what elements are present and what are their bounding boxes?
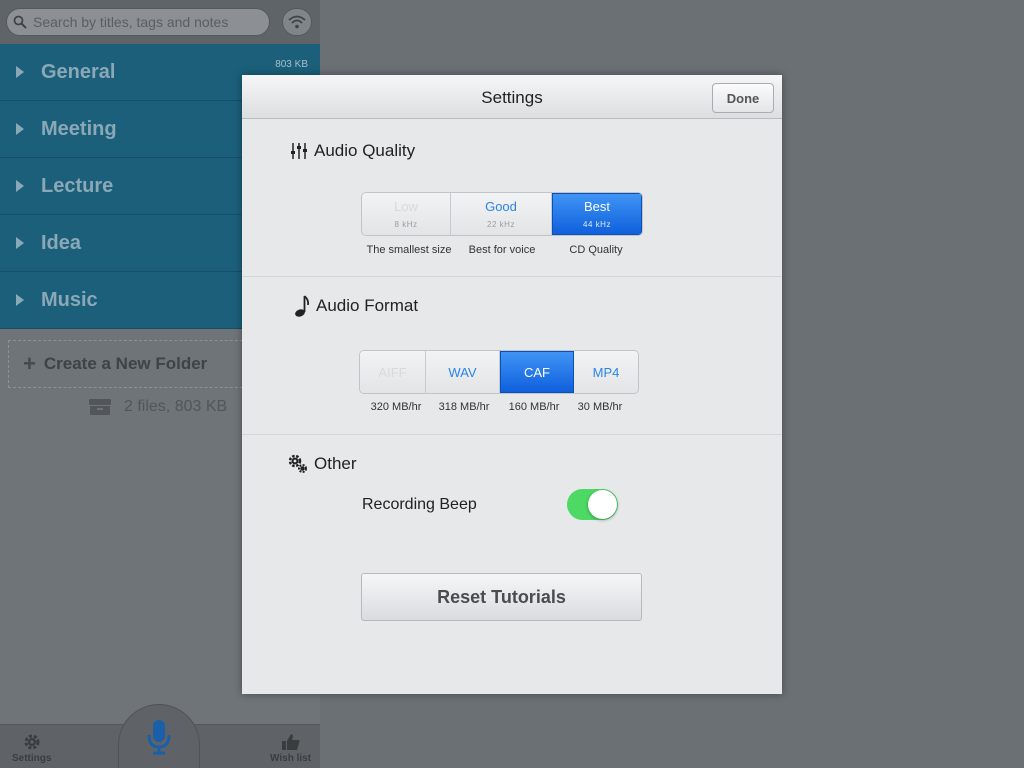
other-title: Other [314, 454, 357, 473]
audio-quality-title: Audio Quality [314, 141, 416, 160]
reset-tutorials-button[interactable]: Reset Tutorials [361, 573, 642, 621]
folder-name: Lecture [41, 174, 114, 197]
disclosure-triangle-icon [16, 180, 24, 192]
audio-format-segmented-control: AIFF WAV CAF MP4 [359, 350, 639, 394]
disclosure-triangle-icon [16, 237, 24, 249]
quality-option-good[interactable]: Good 22 kHz [451, 193, 552, 235]
thumbs-up-icon [281, 734, 300, 750]
tab-settings[interactable]: Settings [12, 733, 51, 764]
quality-option-rate: 44 kHz [583, 220, 611, 229]
microphone-icon [147, 720, 171, 755]
quality-caption-best: CD Quality [569, 244, 623, 256]
toggle-knob [588, 490, 617, 519]
format-option-wav[interactable]: WAV [426, 351, 500, 393]
quality-option-low[interactable]: Low 8 kHz [362, 193, 451, 235]
create-folder-label: Create a New Folder [43, 354, 208, 373]
search-placeholder: Search by titles, tags and notes [33, 14, 229, 30]
format-option-caf[interactable]: CAF [500, 351, 574, 393]
format-option-mp4[interactable]: MP4 [574, 351, 638, 393]
quality-option-label: Good [485, 199, 517, 214]
format-option-label: CAF [524, 364, 550, 380]
quality-option-rate: 8 kHz [394, 220, 418, 229]
quality-caption-good: Best for voice [468, 244, 536, 256]
create-folder-button[interactable]: + Create a New Folder [8, 340, 268, 388]
folder-size: 803 KB [275, 59, 308, 70]
format-caption-wav: 318 MB/hr [438, 401, 490, 413]
section-divider [242, 434, 782, 435]
audio-format-header: Audio Format [294, 295, 418, 317]
modal-header: Settings Done [242, 75, 782, 119]
wifi-button[interactable] [282, 8, 312, 36]
quality-option-rate: 22 kHz [487, 220, 515, 229]
archive-box-icon [89, 399, 111, 415]
files-summary: 2 files, 803 KB [88, 398, 227, 416]
folder-name: General [41, 60, 116, 83]
audio-format-title: Audio Format [316, 296, 419, 315]
format-caption-aiff: 320 MB/hr [370, 401, 422, 413]
format-option-aiff[interactable]: AIFF [360, 351, 426, 393]
tab-wish-list[interactable]: Wish list [270, 733, 311, 764]
disclosure-triangle-icon [16, 294, 24, 306]
gears-icon [288, 454, 307, 473]
format-option-label: AIFF [378, 364, 407, 380]
search-icon [13, 15, 27, 29]
folder-name: Idea [41, 231, 82, 254]
tab-wish-list-label: Wish list [270, 753, 312, 764]
quality-option-best[interactable]: Best 44 kHz [552, 193, 642, 235]
format-caption-mp4: 30 MB/hr [577, 401, 623, 413]
format-option-label: MP4 [592, 364, 620, 380]
folder-name: Music [41, 288, 98, 311]
music-note-icon [295, 295, 310, 317]
files-summary-text: 2 files, 803 KB [124, 398, 228, 415]
quality-option-label: Best [583, 199, 610, 214]
search-bar: Search by titles, tags and notes [0, 0, 320, 44]
done-button[interactable]: Done [712, 83, 774, 113]
disclosure-triangle-icon [16, 123, 24, 135]
tab-settings-label: Settings [12, 753, 52, 764]
format-caption-caf: 160 MB/hr [508, 401, 560, 413]
modal-title: Settings [481, 88, 543, 107]
section-divider [242, 276, 782, 277]
quality-caption-low: The smallest size [366, 244, 452, 256]
recording-beep-toggle[interactable] [567, 489, 618, 520]
audio-quality-header: Audio Quality [290, 141, 415, 161]
equalizer-icon [291, 143, 307, 159]
search-input[interactable]: Search by titles, tags and notes [6, 8, 270, 36]
settings-modal: Settings Done Audio Quality Low 8 kHz Go… [242, 75, 782, 694]
format-option-label: WAV [448, 364, 477, 380]
gear-icon [24, 734, 40, 750]
plus-icon: + [23, 351, 36, 376]
recording-beep-label: Recording Beep [362, 496, 477, 513]
disclosure-triangle-icon [16, 66, 24, 78]
wifi-icon [288, 15, 306, 29]
quality-option-label: Low [394, 199, 418, 214]
other-header: Other [288, 454, 357, 474]
audio-quality-segmented-control: Low 8 kHz Good 22 kHz Best 44 kHz [361, 192, 643, 236]
folder-name: Meeting [41, 117, 117, 140]
